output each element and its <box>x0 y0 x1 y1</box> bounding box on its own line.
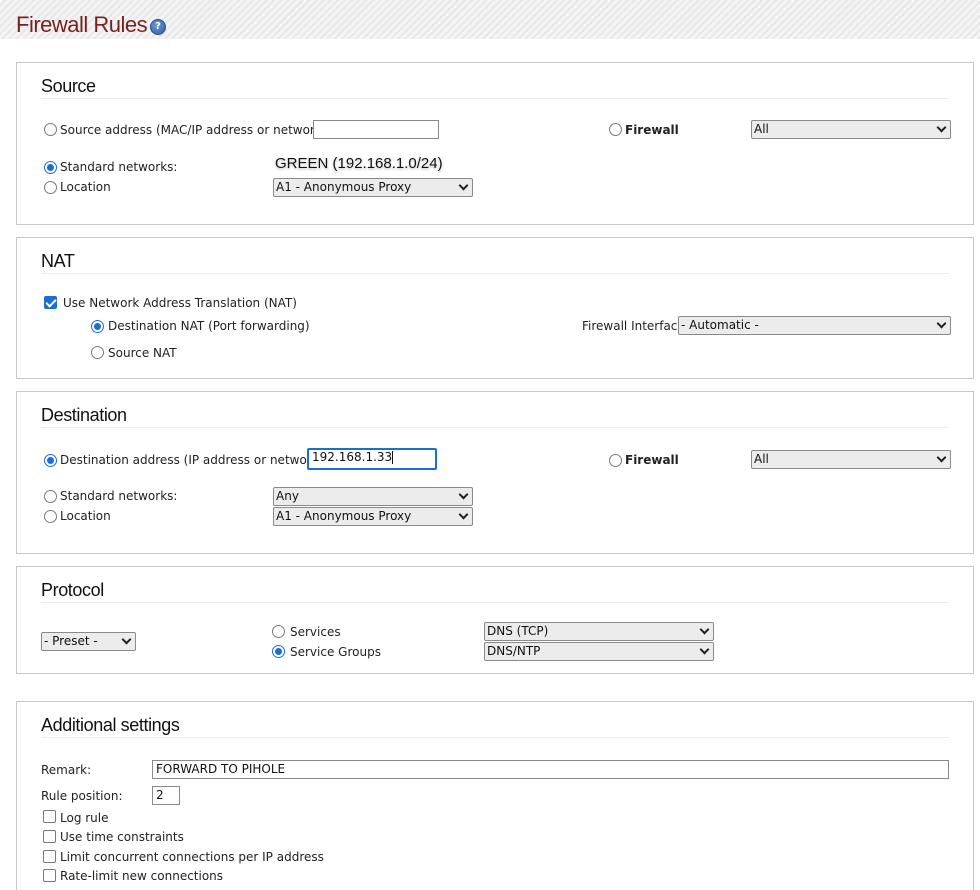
service-groups-radio[interactable] <box>272 645 285 658</box>
service-groups-label: Service Groups <box>290 645 381 659</box>
destination-location-select[interactable]: A1 - Anonymous Proxy <box>273 507 473 526</box>
source-standard-networks-value: GREEN (192.168.1.0/24) <box>275 155 443 172</box>
destination-location-value: A1 - Anonymous Proxy <box>276 509 412 523</box>
chevron-down-icon <box>458 509 469 520</box>
source-firewall-select[interactable]: All <box>751 120 951 139</box>
text-cursor <box>392 451 394 464</box>
time-constraints-label: Use time constraints <box>60 830 184 844</box>
service-groups-value: DNS/NTP <box>487 644 541 658</box>
chevron-down-icon <box>936 452 947 463</box>
destination-address-input[interactable]: 192.168.1.33 <box>307 448 437 470</box>
services-select[interactable]: DNS (TCP) <box>484 622 714 641</box>
source-firewall-radio[interactable] <box>609 123 622 136</box>
protocol-panel: Protocol - Preset - Services DNS (TCP) S… <box>16 566 974 674</box>
limit-concurrent-checkbox[interactable] <box>43 850 56 863</box>
source-address-input[interactable] <box>313 120 439 139</box>
additional-settings-panel: Additional settings Remark: FORWARD TO P… <box>16 701 974 890</box>
destination-title: Destination <box>41 405 127 425</box>
firewall-interface-label: Firewall Interface: <box>582 319 689 333</box>
chevron-down-icon <box>936 122 947 133</box>
source-firewall-label: Firewall <box>625 123 679 137</box>
service-groups-select[interactable]: DNS/NTP <box>484 642 714 661</box>
destination-location-radio[interactable] <box>44 510 57 523</box>
services-label: Services <box>290 625 341 639</box>
limit-concurrent-label: Limit concurrent connections per IP addr… <box>60 850 324 864</box>
nat-panel: NAT Use Network Address Translation (NAT… <box>16 237 974 379</box>
chevron-down-icon <box>458 489 469 500</box>
protocol-title: Protocol <box>41 580 104 600</box>
source-firewall-value: All <box>754 122 769 136</box>
destination-firewall-select[interactable]: All <box>751 450 951 469</box>
destination-firewall-value: All <box>754 452 769 466</box>
page-title: Firewall Rules <box>16 12 148 37</box>
source-standard-networks-radio[interactable] <box>44 161 57 174</box>
destination-standard-networks-label: Standard networks: <box>60 489 178 503</box>
remark-input[interactable]: FORWARD TO PIHOLE <box>152 760 949 779</box>
chevron-down-icon <box>699 624 710 635</box>
source-location-radio[interactable] <box>44 181 57 194</box>
snat-radio[interactable] <box>91 346 104 359</box>
rule-position-input[interactable]: 2 <box>152 786 180 805</box>
dnat-label: Destination NAT (Port forwarding) <box>108 319 310 333</box>
divider <box>41 602 949 603</box>
time-constraints-checkbox[interactable] <box>43 830 56 843</box>
source-title: Source <box>41 76 96 96</box>
log-rule-checkbox[interactable] <box>43 810 56 823</box>
destination-standard-networks-select[interactable]: Any <box>273 487 473 506</box>
divider <box>41 427 949 428</box>
use-nat-label: Use Network Address Translation (NAT) <box>63 296 297 310</box>
rate-limit-checkbox[interactable] <box>43 869 56 882</box>
log-rule-label: Log rule <box>60 811 109 825</box>
divider <box>41 273 949 274</box>
preset-value: - Preset - <box>44 634 98 648</box>
dnat-radio[interactable] <box>91 320 104 333</box>
services-value: DNS (TCP) <box>487 624 549 638</box>
source-panel: Source Source address (MAC/IP address or… <box>16 62 974 225</box>
destination-standard-networks-value: Any <box>276 489 299 503</box>
destination-address-value: 192.168.1.33 <box>312 450 393 464</box>
services-radio[interactable] <box>272 625 285 638</box>
snat-label: Source NAT <box>108 346 177 360</box>
source-address-label: Source address (MAC/IP address or networ… <box>60 123 331 137</box>
source-location-label: Location <box>60 180 111 194</box>
additional-settings-title: Additional settings <box>41 715 180 735</box>
source-location-select[interactable]: A1 - Anonymous Proxy <box>273 178 473 197</box>
divider <box>41 98 949 99</box>
chevron-down-icon <box>699 644 710 655</box>
remark-label: Remark: <box>41 763 92 777</box>
destination-address-radio[interactable] <box>44 454 57 467</box>
chevron-down-icon <box>121 634 132 645</box>
destination-location-label: Location <box>60 509 111 523</box>
destination-address-label: Destination address (IP address or netwo… <box>60 453 328 467</box>
source-standard-networks-label: Standard networks: <box>60 160 178 174</box>
divider <box>41 737 949 738</box>
destination-firewall-radio[interactable] <box>609 454 622 467</box>
destination-panel: Destination Destination address (IP addr… <box>16 391 974 554</box>
chevron-down-icon <box>936 318 947 329</box>
firewall-interface-select[interactable]: - Automatic - <box>678 316 951 335</box>
source-location-value: A1 - Anonymous Proxy <box>276 180 412 194</box>
use-nat-checkbox[interactable] <box>44 296 57 309</box>
firewall-interface-value: - Automatic - <box>681 318 759 332</box>
preset-select[interactable]: - Preset - <box>41 632 136 651</box>
destination-firewall-label: Firewall <box>625 453 679 467</box>
source-address-radio[interactable] <box>44 123 57 136</box>
help-icon[interactable]: ? <box>150 19 166 35</box>
rate-limit-label: Rate-limit new connections <box>60 869 224 883</box>
nat-title: NAT <box>41 251 75 271</box>
rule-position-label: Rule position: <box>41 789 123 803</box>
destination-standard-networks-radio[interactable] <box>44 490 57 503</box>
chevron-down-icon <box>458 180 469 191</box>
